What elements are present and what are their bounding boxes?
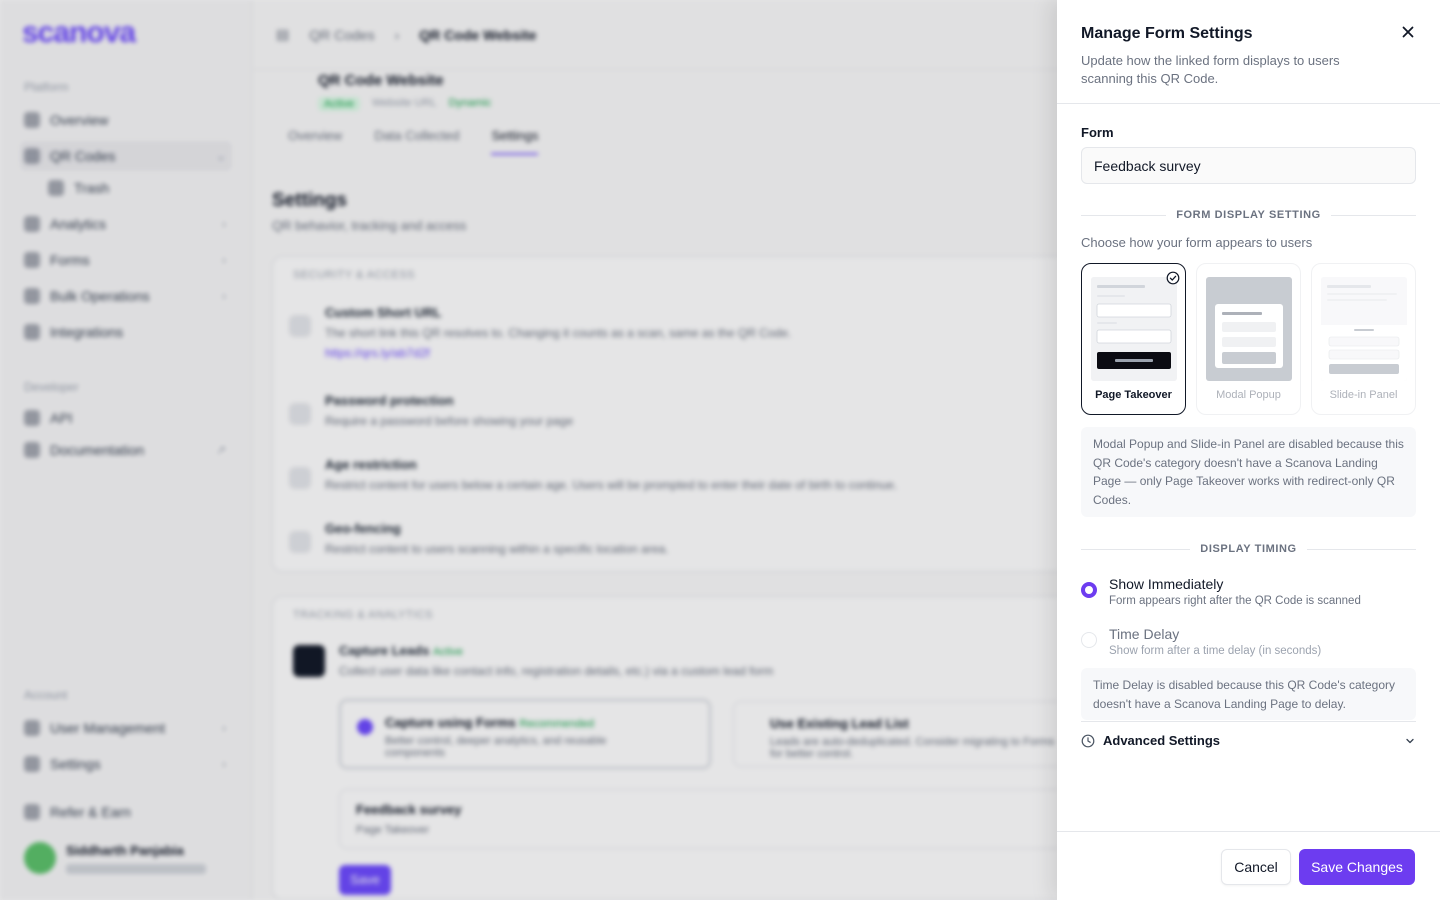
- display-setting-divider: FORM DISPLAY SETTING: [1081, 208, 1417, 222]
- drawer-description: Update how the linked form displays to u…: [1081, 53, 1340, 86]
- drawer-title: Manage Form Settings: [1081, 25, 1253, 42]
- save-changes-button[interactable]: Save Changes: [1299, 849, 1415, 885]
- radio-show-immediately[interactable]: [1081, 582, 1097, 598]
- chevron-down-icon: [1406, 738, 1414, 743]
- drawer-header: Manage Form Settings Update how the link…: [1057, 0, 1440, 104]
- checkmark-circle-icon: [1166, 271, 1180, 285]
- radio-time-delay[interactable]: [1081, 632, 1097, 648]
- close-icon: [1402, 26, 1414, 38]
- timing-info: Time Delay is disabled because this QR C…: [1081, 668, 1416, 720]
- timing-title: Time Delay: [1109, 626, 1180, 642]
- cancel-button[interactable]: Cancel: [1221, 849, 1291, 885]
- display-setting-header: FORM DISPLAY SETTING: [1176, 209, 1321, 221]
- timing-desc: Show form after a time delay (in seconds…: [1109, 645, 1322, 657]
- timing-show-immediately[interactable]: Show Immediately Form appears right afte…: [1081, 576, 1416, 612]
- option-label: Modal Popup: [1216, 389, 1281, 401]
- display-timing-divider: DISPLAY TIMING: [1081, 542, 1417, 556]
- option-page-takeover[interactable]: Page Takeover: [1081, 263, 1186, 415]
- form-select-value: Feedback survey: [1094, 157, 1201, 174]
- timing-time-delay[interactable]: Time Delay Show form after a time delay …: [1081, 626, 1416, 662]
- option-slide-in-panel[interactable]: Slide-in Panel: [1311, 263, 1416, 415]
- drawer-footer: Cancel Save Changes: [1057, 831, 1440, 900]
- modal-popup-preview: [1206, 277, 1292, 381]
- advanced-settings-label: Advanced Settings: [1103, 733, 1221, 748]
- form-label: Form: [1081, 125, 1114, 140]
- option-label: Page Takeover: [1095, 389, 1172, 401]
- choose-text: Choose how your form appears to users: [1081, 235, 1313, 250]
- slide-in-panel-preview: [1321, 277, 1407, 381]
- timing-title: Show Immediately: [1109, 576, 1224, 592]
- form-select[interactable]: Feedback survey: [1081, 147, 1416, 184]
- option-label: Slide-in Panel: [1329, 389, 1398, 401]
- timing-desc: Form appears right after the QR Code is …: [1109, 595, 1361, 607]
- advanced-settings-toggle[interactable]: Advanced Settings: [1081, 721, 1416, 759]
- page-takeover-preview: [1091, 277, 1177, 381]
- display-timing-header: DISPLAY TIMING: [1200, 543, 1297, 555]
- clock-icon: [1081, 734, 1095, 747]
- option-modal-popup[interactable]: Modal Popup: [1196, 263, 1301, 415]
- form-settings-drawer: Manage Form Settings Update how the link…: [1057, 0, 1440, 900]
- close-button[interactable]: [1397, 21, 1419, 43]
- display-setting-info: Modal Popup and Slide-in Panel are disab…: [1081, 427, 1416, 517]
